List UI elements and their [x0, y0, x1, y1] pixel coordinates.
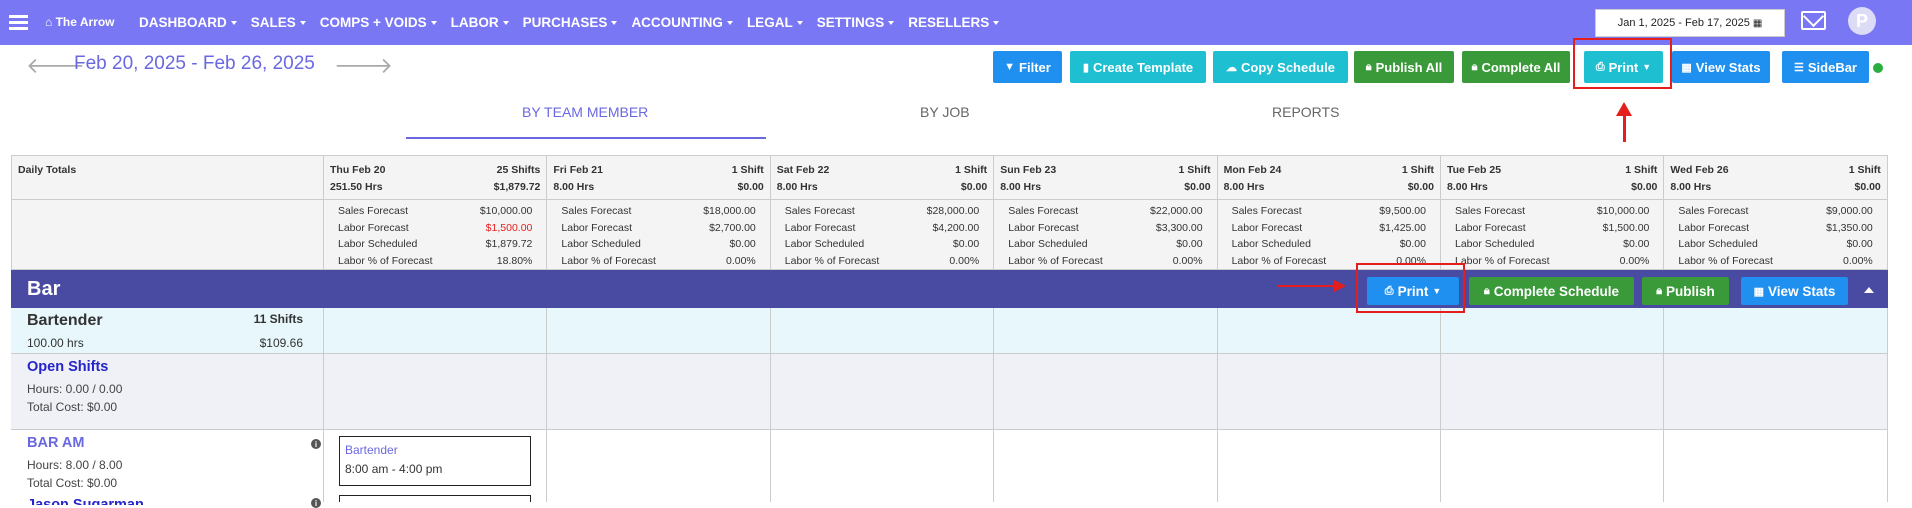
complete-schedule-button[interactable]: 🔒︎ Complete Schedule [1469, 277, 1634, 305]
nav-settings[interactable]: SETTINGS [817, 15, 895, 30]
next-week-arrow-icon[interactable]: 🡒 [334, 53, 393, 79]
collapse-icon[interactable] [1864, 287, 1874, 293]
tab-reports[interactable]: REPORTS [1272, 104, 1339, 120]
shift-card[interactable]: Bartender 8:00 am - 4:00 pm [339, 436, 531, 486]
caret-down-icon [611, 21, 618, 26]
column-divider [1886, 308, 1888, 502]
nav-sales[interactable]: SALES [251, 15, 306, 30]
column-divider [323, 308, 324, 502]
brand[interactable]: ⌂ The Arrow [45, 15, 115, 29]
annotation-arrowhead [1334, 280, 1346, 292]
section-view-stats-button[interactable]: ▦ View Stats [1741, 277, 1848, 305]
day-header: Thu Feb 20 25 Shifts 251.50 Hrs $1,879.7… [324, 155, 548, 200]
caret-down-icon [230, 21, 237, 26]
lock-icon: 🔒︎ [1471, 60, 1478, 73]
info-icon[interactable]: i [311, 439, 321, 449]
column-divider [769, 308, 771, 502]
lock-icon: 🔒︎ [1365, 60, 1372, 73]
annotation-arrow [1278, 285, 1338, 287]
nav-accounting[interactable]: ACCOUNTING [631, 15, 733, 30]
column-divider [1663, 308, 1665, 502]
shift-card[interactable] [339, 495, 531, 502]
tab-by-job[interactable]: BY JOB [920, 104, 970, 120]
day-forecast: Sales Forecast $10,000.00 Labor Forecast $1… [1441, 200, 1665, 270]
day-header: Tue Feb 25 1 Shift 8.00 Hrs $0.00 [1441, 155, 1665, 200]
annotation-box [1356, 263, 1465, 313]
date-range-picker[interactable]: Jan 1, 2025 - Feb 17, 2025 ▦ [1595, 9, 1785, 37]
caret-down-icon [888, 21, 895, 26]
publish-button[interactable]: 🔒︎ Publish [1642, 277, 1729, 305]
filter-button[interactable]: ▼ Filter [993, 51, 1062, 83]
day-forecast: Sales Forecast $18,000.00 Labor Forecast $2… [547, 200, 771, 270]
status-dot [1873, 63, 1883, 73]
lock-icon: 🔒︎ [1483, 284, 1490, 297]
complete-all-button[interactable]: 🔒︎ Complete All [1462, 51, 1570, 83]
column-divider [993, 308, 995, 502]
day-header: Mon Feb 24 1 Shift 8.00 Hrs $0.00 [1217, 155, 1441, 200]
forecast-label-cell [11, 200, 324, 270]
team-member-name[interactable]: BAR AM [27, 435, 84, 451]
lock-icon: 🔒︎ [1656, 284, 1663, 297]
day-forecast: Sales Forecast $28,000.00 Labor Forecast $4… [770, 200, 995, 270]
caret-down-icon [796, 21, 803, 26]
annotation-box [1573, 38, 1672, 89]
section-title: Bar [27, 278, 61, 300]
column-divider [1216, 308, 1218, 502]
annotation-arrowhead [1616, 102, 1632, 116]
caret-down-icon [430, 21, 437, 26]
section-header-bar: Bar ⎙ Print ▼ 🔒︎ Complete Schedule 🔒︎ Publis… [11, 270, 1888, 308]
menu-icon[interactable] [9, 15, 28, 30]
mail-icon[interactable] [1801, 11, 1826, 30]
day-header: Fri Feb 21 1 Shift 8.00 Hrs $0.00 [547, 155, 771, 200]
filter-icon: ▼ [1004, 61, 1016, 73]
daily-totals-header: Daily Totals [11, 155, 324, 200]
open-shifts-title[interactable]: Open Shifts [27, 359, 108, 375]
column-divider [1440, 308, 1441, 502]
role-row-bartender: Bartender 11 Shifts 100.00 hrs $109.66 [11, 308, 1888, 354]
cloud-icon: ☁ [1226, 61, 1238, 74]
caret-down-icon [502, 21, 509, 26]
nav-dashboard[interactable]: DASHBOARD [139, 15, 237, 30]
main-nav: DASHBOARD SALES COMPS + VOIDS LABOR PURC… [139, 15, 1013, 30]
day-forecast: Sales Forecast $9,000.00 Labor Forecast $1,… [1664, 200, 1888, 270]
bookmark-icon: ▮ [1082, 61, 1089, 74]
nav-legal[interactable]: LEGAL [747, 15, 803, 30]
team-member-name[interactable]: Jason Sugarman [27, 497, 144, 505]
home-icon: ⌂ [45, 15, 56, 29]
day-header: Sun Feb 23 1 Shift 8.00 Hrs $0.00 [994, 155, 1218, 200]
avatar[interactable]: P [1848, 7, 1876, 35]
nav-resellers[interactable]: RESELLERS [908, 15, 1000, 30]
copy-schedule-button[interactable]: ☁ Copy Schedule [1213, 51, 1348, 83]
table-icon: ▦ [1681, 61, 1692, 74]
info-icon[interactable]: i [311, 498, 321, 508]
calendar-icon: ▦ [1752, 17, 1763, 29]
column-divider [546, 308, 548, 502]
tab-by-team-member[interactable]: BY TEAM MEMBER [522, 104, 648, 120]
open-shifts-row: Open Shifts Hours: 0.00 / 0.00 Total Cos… [11, 354, 1888, 430]
view-stats-button[interactable]: ▦ View Stats [1672, 51, 1770, 83]
day-forecast: Sales Forecast $22,000.00 Labor Forecast $3… [994, 200, 1218, 270]
day-header: Wed Feb 26 1 Shift 8.00 Hrs $0.00 [1664, 155, 1888, 200]
active-tab-indicator [406, 137, 766, 139]
nav-labor[interactable]: LABOR [451, 15, 509, 30]
table-icon: ▦ [1753, 285, 1765, 298]
menu-icon: ☰ [1793, 61, 1804, 74]
team-member-row-bar-am: BAR AM i Hours: 8.00 / 8.00 Total Cost: … [11, 430, 1888, 508]
caret-down-icon [726, 21, 733, 26]
create-template-button[interactable]: ▮ Create Template [1070, 51, 1206, 83]
sidebar-button[interactable]: ☰ SideBar [1782, 51, 1869, 83]
nav-comps-voids[interactable]: COMPS + VOIDS [320, 15, 437, 30]
caret-down-icon [993, 21, 1000, 26]
week-title: Feb 20, 2025 - Feb 26, 2025 [74, 53, 315, 74]
column-divider [11, 155, 12, 270]
caret-down-icon [299, 21, 306, 26]
day-forecast: Sales Forecast $9,500.00 Labor Forecast $1,… [1217, 200, 1441, 270]
publish-all-button[interactable]: 🔒︎ Publish All [1354, 51, 1454, 83]
schedule-grid: Daily Totals Thu Feb 20 25 Shifts 251.50… [11, 155, 1888, 508]
day-header: Sat Feb 22 1 Shift 8.00 Hrs $0.00 [770, 155, 995, 200]
day-forecast: Sales Forecast $10,000.00 Labor Forecast $1… [324, 200, 548, 270]
nav-purchases[interactable]: PURCHASES [523, 15, 618, 30]
